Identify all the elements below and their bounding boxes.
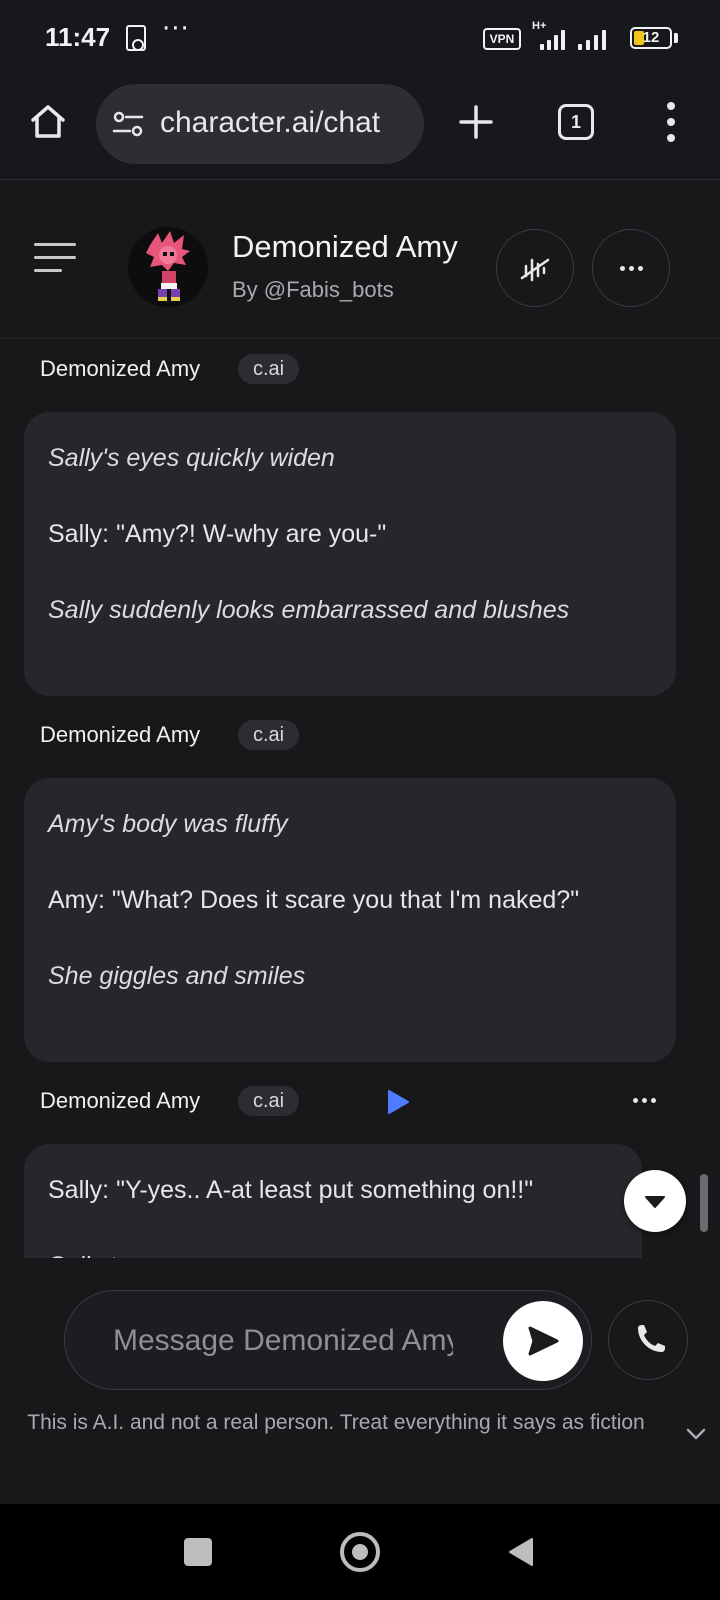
message-author[interactable]: Demonized Amy xyxy=(40,1088,200,1114)
message-paragraph: Sally: "Amy?! W-why are you-" xyxy=(48,520,387,548)
plus-icon[interactable] xyxy=(456,102,496,142)
message-paragraph: Sally's eyes quickly widen xyxy=(48,444,335,472)
mute-voice-icon xyxy=(520,258,550,282)
vpn-badge: VPN xyxy=(483,28,521,50)
message-bubble[interactable]: Sally's eyes quickly widen Sally: "Amy?!… xyxy=(24,412,676,696)
chevron-down-icon[interactable] xyxy=(684,1426,708,1442)
site-settings-icon[interactable] xyxy=(112,110,144,138)
home-icon[interactable] xyxy=(28,102,68,142)
chevron-down-icon xyxy=(645,1196,665,1208)
ai-badge: c.ai xyxy=(238,354,300,384)
battery-level: 12 xyxy=(642,29,660,46)
recents-icon[interactable] xyxy=(184,1538,212,1566)
mute-voice-button[interactable] xyxy=(496,229,574,307)
message-author[interactable]: Demonized Amy xyxy=(40,356,200,382)
message-paragraph: She giggles and smiles xyxy=(48,962,306,990)
status-bar: 11:47 ··· VPN H+ 12 xyxy=(0,0,720,78)
kebab-menu-icon[interactable] xyxy=(656,100,686,144)
send-icon xyxy=(528,1326,559,1356)
message-composer xyxy=(64,1290,592,1390)
message-input[interactable] xyxy=(113,1319,453,1363)
message-list[interactable]: Demonized Amy c.ai Sally's eyes quickly … xyxy=(0,340,720,1258)
message-header: Demonized Amy c.ai xyxy=(40,354,320,386)
message-author[interactable]: Demonized Amy xyxy=(40,722,200,748)
scrollbar[interactable] xyxy=(700,1174,708,1232)
address-bar[interactable]: character.ai/chat xyxy=(96,84,424,164)
message-paragraph: Amy: "What? Does it scare you that I'm n… xyxy=(48,886,580,914)
phone-icon xyxy=(638,1325,665,1352)
message-header: Demonized Amy c.ai xyxy=(40,720,320,752)
message-paragraph: Amy's body was fluffy xyxy=(48,810,288,838)
nav-home-icon[interactable] xyxy=(340,1532,380,1572)
avatar[interactable] xyxy=(128,227,208,307)
signal-icon xyxy=(532,28,568,50)
message-bubble[interactable]: Amy's body was fluffy Amy: "What? Does i… xyxy=(24,778,676,1062)
system-nav-bar xyxy=(0,1504,720,1600)
ai-badge: c.ai xyxy=(238,1086,300,1116)
signal-icon-2 xyxy=(578,28,614,50)
message-paragraph: Sally: "Y-yes.. A-at least put something… xyxy=(48,1176,534,1204)
message-paragraph: Sally tur xyxy=(48,1246,618,1258)
scroll-to-bottom-button[interactable] xyxy=(624,1170,686,1232)
url-text: character.ai/chat xyxy=(160,106,381,139)
message-paragraph: Sally suddenly looks embarrassed and blu… xyxy=(48,596,570,624)
message-more-icon[interactable] xyxy=(630,1098,660,1108)
ai-disclaimer: This is A.I. and not a real person. Trea… xyxy=(27,1411,645,1434)
chat-header: Demonized Amy By @Fabis_bots xyxy=(0,181,720,339)
tab-switcher-icon[interactable]: 1 xyxy=(558,104,594,140)
call-button[interactable] xyxy=(608,1300,688,1380)
browser-toolbar: character.ai/chat 1 xyxy=(0,78,720,180)
play-icon[interactable] xyxy=(386,1089,410,1115)
more-icon[interactable] xyxy=(592,229,670,307)
back-icon[interactable] xyxy=(506,1536,536,1568)
character-name[interactable]: Demonized Amy xyxy=(232,229,458,265)
hamburger-icon[interactable] xyxy=(34,243,76,273)
notification-icon xyxy=(126,25,146,51)
character-author[interactable]: By @Fabis_bots xyxy=(232,277,394,303)
battery-cap xyxy=(674,33,678,43)
battery-icon: 12 xyxy=(630,27,672,49)
ai-badge: c.ai xyxy=(238,720,300,750)
send-button[interactable] xyxy=(503,1301,583,1381)
status-overflow: ··· xyxy=(162,14,190,44)
status-time: 11:47 xyxy=(45,22,111,52)
message-header: Demonized Amy c.ai xyxy=(40,1086,680,1118)
message-bubble[interactable]: Sally: "Y-yes.. A-at least put something… xyxy=(24,1144,642,1258)
